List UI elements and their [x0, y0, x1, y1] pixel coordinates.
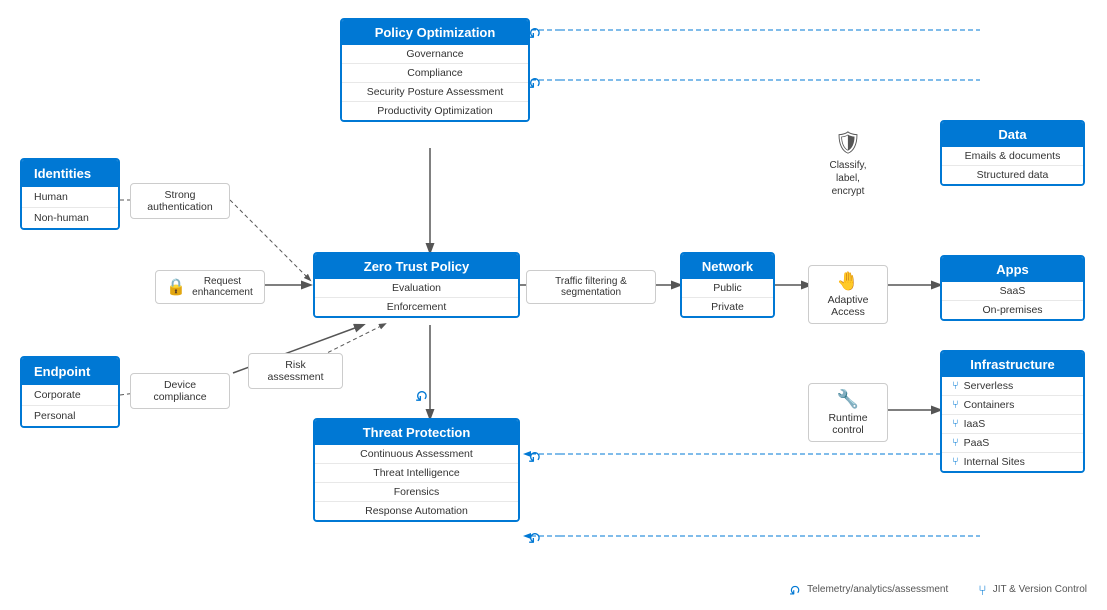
policy-opt-productivity: Productivity Optimization	[342, 102, 528, 120]
data-structured: Structured data	[942, 166, 1083, 184]
infra-iaas: ⑂ IaaS	[942, 415, 1083, 434]
telemetry-icon-threat1: ↺	[528, 446, 541, 466]
legend-jit-icon: ⑂	[978, 582, 986, 598]
identities-nonhuman: Non-human	[22, 208, 118, 228]
zero-trust-header: Zero Trust Policy	[315, 254, 518, 279]
network-private: Private	[682, 298, 773, 316]
endpoint-header: Endpoint	[22, 358, 118, 385]
runtime-icon: 🔧	[819, 389, 877, 410]
telemetry-icon-mid: ↺	[415, 385, 428, 405]
adaptive-text: Adaptive Access	[819, 294, 877, 318]
adaptive-access-box: 🤚 Adaptive Access	[808, 265, 888, 324]
policy-optimization-box: Policy Optimization Governance Complianc…	[340, 18, 530, 122]
jit-icon-containers: ⑂	[952, 399, 959, 411]
threat-protection-header: Threat Protection	[315, 420, 518, 445]
endpoint-box: Endpoint Corporate Personal	[20, 356, 120, 428]
jit-icon-serverless: ⑂	[952, 380, 959, 392]
data-header: Data	[942, 122, 1083, 147]
data-box: Data Emails & documents Structured data	[940, 120, 1085, 186]
identities-header: Identities	[22, 160, 118, 187]
identities-human: Human	[22, 187, 118, 208]
threat-protection-box: Threat Protection Continuous Assessment …	[313, 418, 520, 522]
data-emails: Emails & documents	[942, 147, 1083, 166]
apps-on-premises: On-premises	[942, 301, 1083, 319]
device-compliance-label: Device compliance	[130, 373, 230, 409]
threat-continuous: Continuous Assessment	[315, 445, 518, 464]
legend-telemetry: ↺ Telemetry/analytics/assessment	[789, 581, 948, 598]
infra-serverless: ⑂ Serverless	[942, 377, 1083, 396]
network-box: Network Public Private	[680, 252, 775, 318]
infrastructure-header: Infrastructure	[942, 352, 1083, 377]
adaptive-icon: 🤚	[819, 271, 877, 292]
risk-assessment-label: Risk assessment	[248, 353, 343, 389]
telemetry-icon-top2: ↺	[528, 72, 541, 92]
legend: ↺ Telemetry/analytics/assessment ⑂ JIT &…	[789, 581, 1087, 598]
strong-auth-label: Strong authentication	[130, 183, 230, 219]
zero-trust-box: Zero Trust Policy Evaluation Enforcement	[313, 252, 520, 318]
policy-opt-security: Security Posture Assessment	[342, 83, 528, 102]
legend-telemetry-label: Telemetry/analytics/assessment	[807, 584, 948, 595]
traffic-filtering-label: Traffic filtering & segmentation	[526, 270, 656, 304]
legend-telemetry-icon: ↺	[789, 581, 801, 598]
request-text: Request enhancement	[191, 276, 254, 298]
infra-paas: ⑂ PaaS	[942, 434, 1083, 453]
infrastructure-box: Infrastructure ⑂ Serverless ⑂ Containers…	[940, 350, 1085, 473]
infra-internal: ⑂ Internal Sites	[942, 453, 1083, 471]
network-header: Network	[682, 254, 773, 279]
apps-box: Apps SaaS On-premises	[940, 255, 1085, 321]
diagram: Identities Human Non-human Endpoint Corp…	[0, 0, 1107, 610]
endpoint-corporate: Corporate	[22, 385, 118, 406]
telemetry-icon-threat2: ↺	[528, 527, 541, 547]
legend-jit: ⑂ JIT & Version Control	[978, 582, 1087, 598]
jit-icon-iaas: ⑂	[952, 418, 959, 430]
policy-opt-governance: Governance	[342, 45, 528, 64]
runtime-control-box: 🔧 Runtime control	[808, 383, 888, 442]
request-icon: 🔒	[166, 277, 186, 297]
identities-box: Identities Human Non-human	[20, 158, 120, 230]
jit-icon-paas: ⑂	[952, 437, 959, 449]
infra-containers: ⑂ Containers	[942, 396, 1083, 415]
shield-icon: 🛡	[834, 130, 862, 156]
threat-response: Response Automation	[315, 502, 518, 520]
zero-trust-enforcement: Enforcement	[315, 298, 518, 316]
policy-opt-header: Policy Optimization	[342, 20, 528, 45]
apps-saas: SaaS	[942, 282, 1083, 301]
request-enhancement-label: 🔒 Request enhancement	[155, 270, 265, 304]
telemetry-icon-top1: ↺	[528, 22, 541, 42]
zero-trust-evaluation: Evaluation	[315, 279, 518, 298]
endpoint-personal: Personal	[22, 406, 118, 426]
apps-header: Apps	[942, 257, 1083, 282]
policy-opt-compliance: Compliance	[342, 64, 528, 83]
threat-forensics: Forensics	[315, 483, 518, 502]
threat-intelligence: Threat Intelligence	[315, 464, 518, 483]
network-public: Public	[682, 279, 773, 298]
runtime-text: Runtime control	[819, 412, 877, 436]
legend-jit-label: JIT & Version Control	[993, 584, 1087, 595]
classify-text: Classify,label,encrypt	[829, 159, 866, 198]
jit-icon-internal: ⑂	[952, 456, 959, 468]
classify-label-box: 🛡 Classify,label,encrypt	[808, 130, 888, 198]
